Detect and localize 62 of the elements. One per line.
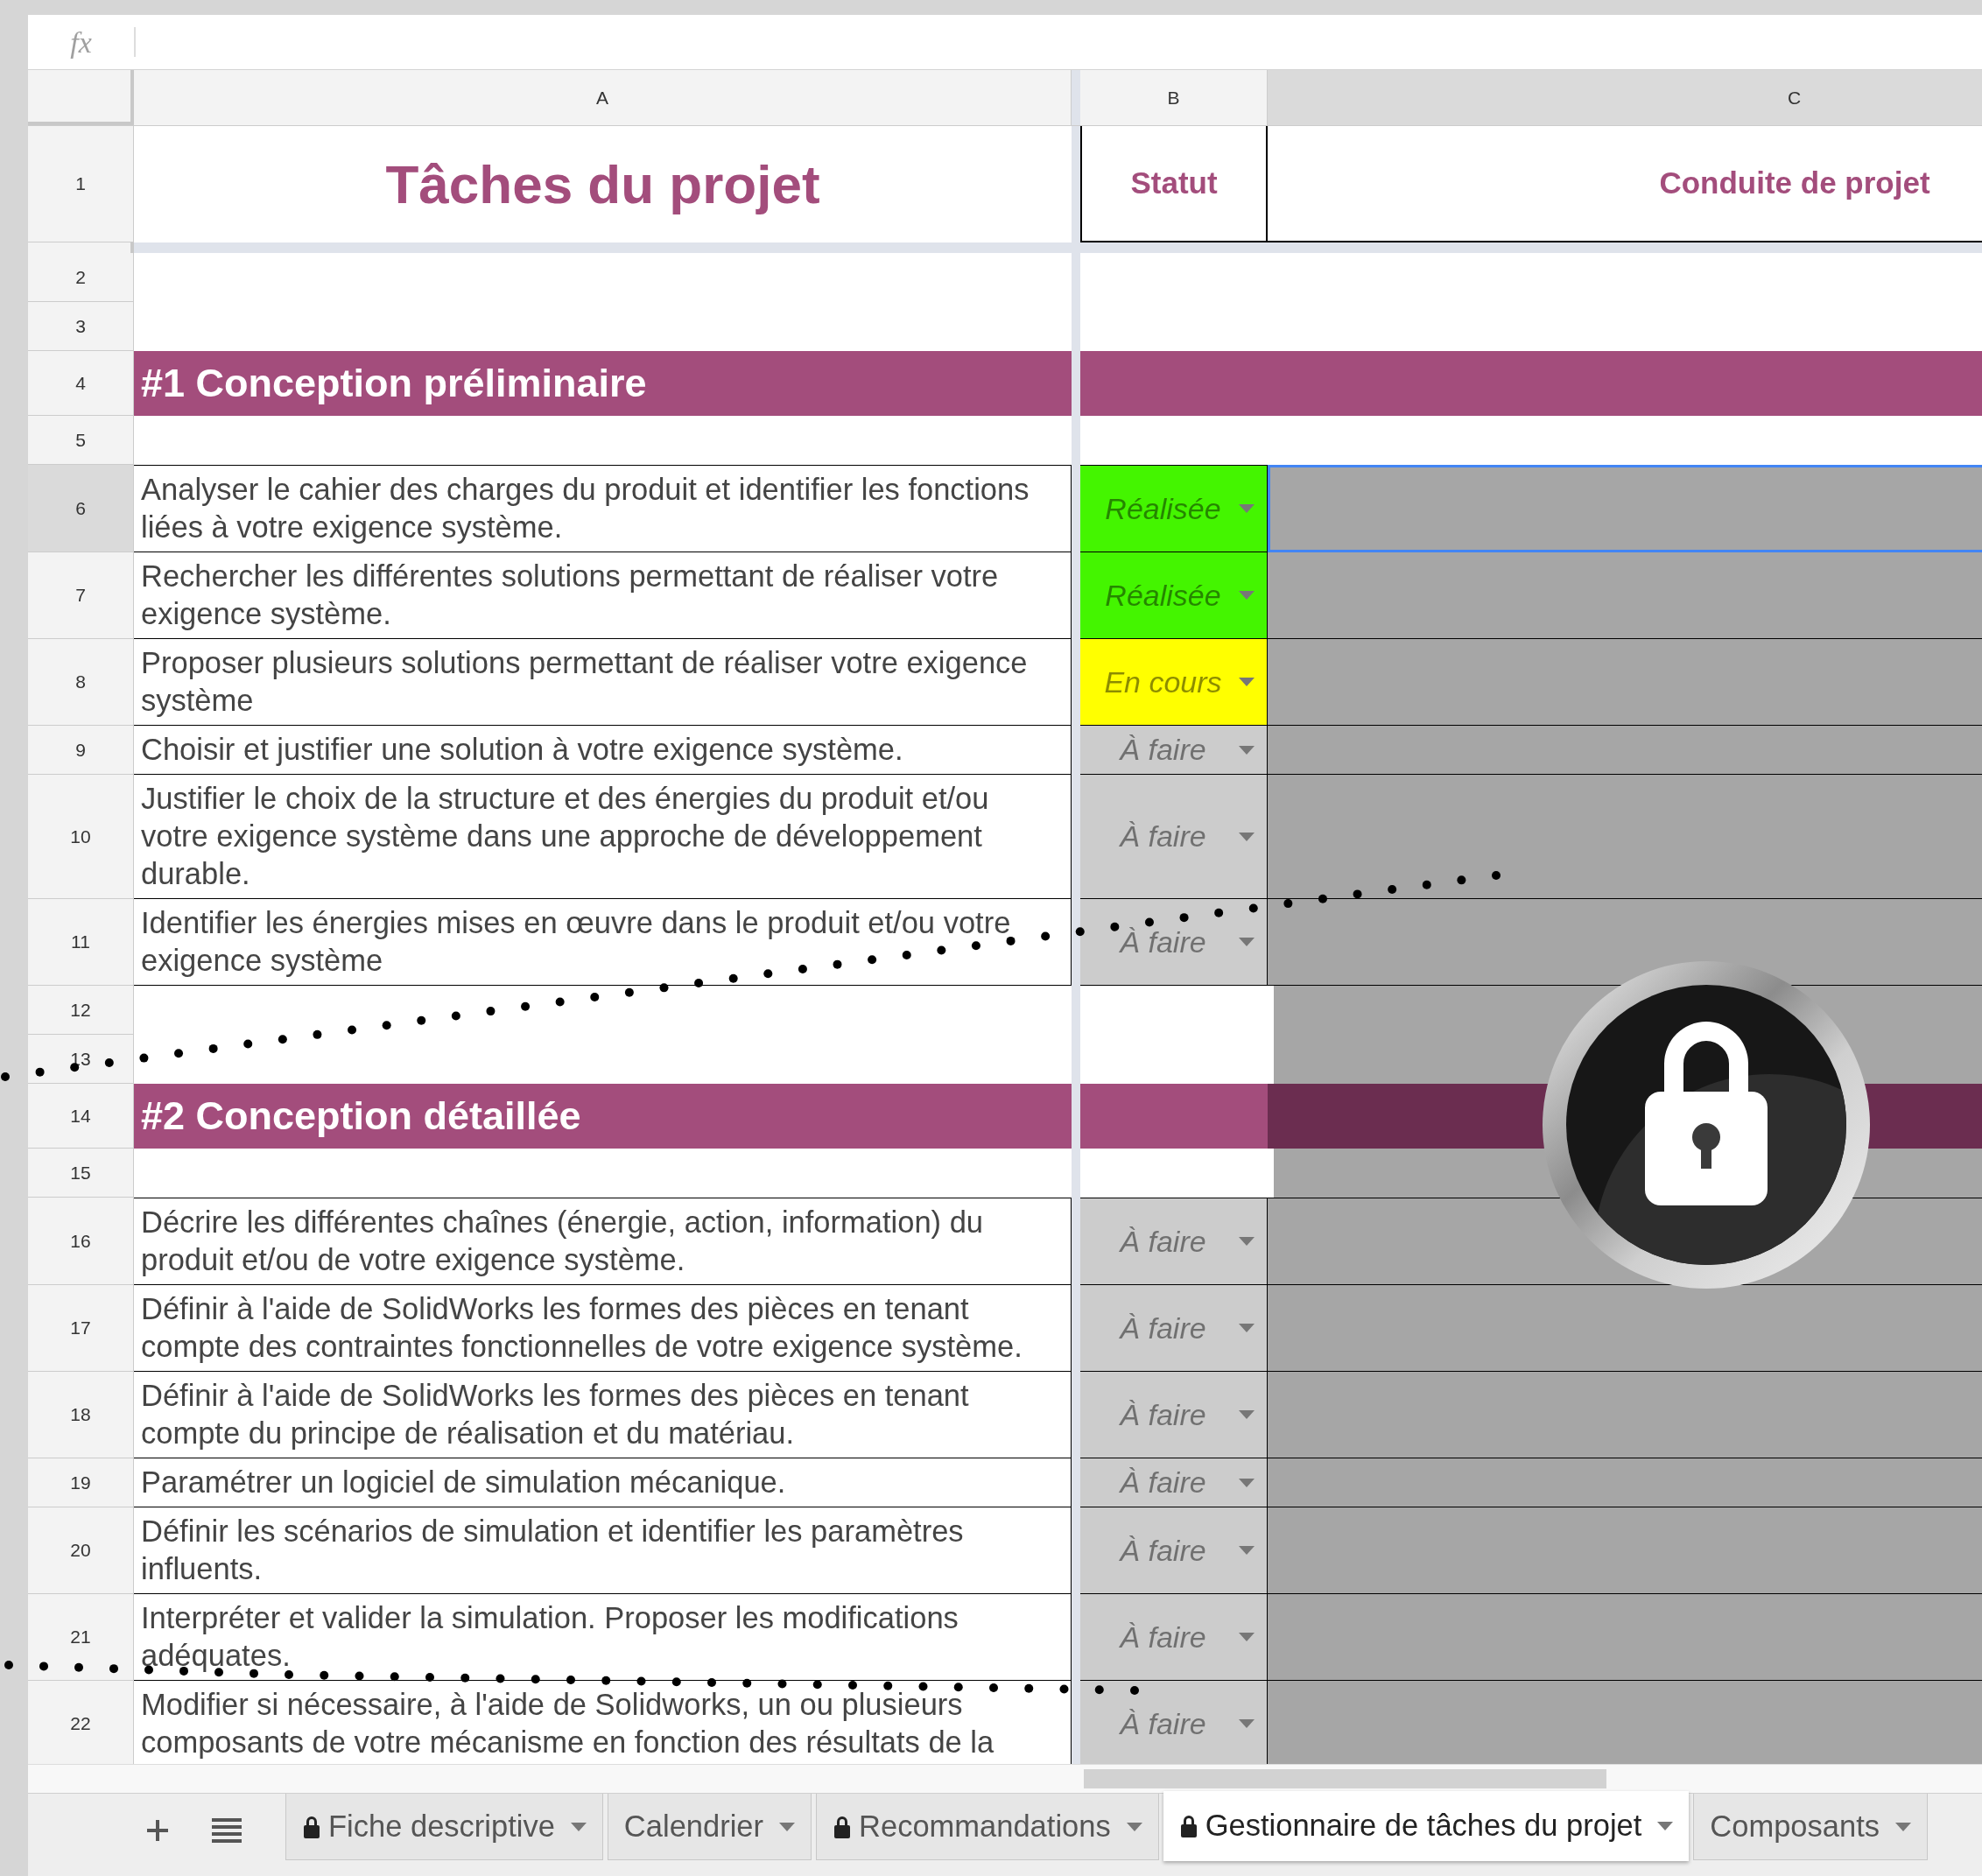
task-cell: Définir les scénarios de simulation et identifier les paramètres influents. xyxy=(134,1507,1072,1594)
row-number[interactable]: 6 xyxy=(28,465,134,552)
sheet-tab[interactable]: Composants xyxy=(1693,1794,1928,1860)
row-number[interactable]: 15 xyxy=(28,1149,134,1198)
section-heading: #2 Conception détaillée xyxy=(134,1084,1072,1149)
task-cell: Rechercher les différentes solutions permettant de réaliser votre exigence système. xyxy=(134,552,1072,639)
caret-icon xyxy=(1239,1633,1255,1641)
sheet-title: Tâches du projet xyxy=(384,153,821,216)
task-cell: Décrire les différentes chaînes (énergie, action, information) du produit et/ou de votre exigence système. xyxy=(134,1198,1072,1285)
row-number[interactable]: 19 xyxy=(28,1458,134,1507)
select-all-corner[interactable] xyxy=(28,70,134,125)
task-cell: Choisir et justifier une solution à votre exigence système. xyxy=(134,726,1072,775)
caret-icon xyxy=(779,1822,796,1831)
sheet-tab[interactable]: Calendrier xyxy=(607,1794,812,1860)
row-number[interactable]: 22 xyxy=(28,1681,134,1764)
caret-icon xyxy=(1239,504,1255,513)
caret-icon xyxy=(1239,745,1255,755)
row-number[interactable]: 12 xyxy=(28,986,134,1035)
sheet-tab[interactable]: Gestionnaire de tâches du projet xyxy=(1163,1791,1690,1861)
scrollbar-thumb[interactable] xyxy=(1084,1769,1606,1788)
row-number[interactable]: 20 xyxy=(28,1507,134,1594)
task-cell: Analyser le cahier des charges du produit et identifier les fonctions liées à votre exigence système. xyxy=(134,465,1072,552)
formula-label: fx xyxy=(69,25,93,60)
menu-icon[interactable] xyxy=(212,1818,242,1843)
caret-icon xyxy=(1239,591,1255,600)
caret-icon xyxy=(1239,678,1255,686)
caret-icon xyxy=(1239,1478,1255,1487)
caret-icon xyxy=(1239,832,1255,841)
sheet-tab[interactable]: Recommandations xyxy=(816,1794,1159,1860)
row-number[interactable]: 16 xyxy=(28,1198,134,1285)
row-number[interactable]: 14 xyxy=(28,1084,134,1149)
row-number[interactable]: 18 xyxy=(28,1372,134,1458)
caret-icon xyxy=(1239,938,1255,946)
caret-icon xyxy=(1126,1822,1142,1831)
caret-icon xyxy=(570,1822,587,1831)
row-number[interactable]: 11 xyxy=(28,899,134,986)
task-cell: Proposer plusieurs solutions permettant de réaliser votre exigence système xyxy=(134,639,1072,726)
row-number[interactable]: 4 xyxy=(28,351,134,416)
task-cell: Paramétrer un logiciel de simulation mécanique. xyxy=(134,1458,1072,1507)
row-number[interactable]: 3 xyxy=(28,302,134,351)
caret-icon xyxy=(1239,1237,1255,1246)
row-number[interactable]: 9 xyxy=(28,726,134,775)
lock-icon xyxy=(1542,960,1871,1289)
row-number[interactable]: 10 xyxy=(28,775,134,899)
caret-icon xyxy=(1239,1546,1255,1555)
caret-icon xyxy=(1239,1324,1255,1332)
caret-icon xyxy=(1239,1410,1255,1419)
caret-icon xyxy=(1657,1822,1674,1830)
row-number[interactable]: 1 xyxy=(28,126,134,242)
row-number[interactable]: 2 xyxy=(28,253,134,302)
row-number[interactable]: 8 xyxy=(28,639,134,726)
task-cell: Définir à l'aide de SolidWorks les formes des pièces en tenant compte du principe de réalisation et du matériau. xyxy=(134,1372,1072,1458)
caret-icon xyxy=(1895,1822,1911,1831)
caret-icon xyxy=(1239,1719,1255,1728)
column-header[interactable]: C xyxy=(1268,70,1982,125)
row-number[interactable]: 5 xyxy=(28,416,134,465)
row-number[interactable]: 7 xyxy=(28,552,134,639)
task-cell: Définir à l'aide de SolidWorks les formes des pièces en tenant compte des contraintes fonctionnelles de votre exigence système. xyxy=(134,1285,1072,1372)
row-number[interactable]: 21 xyxy=(28,1594,134,1681)
sheet-tab[interactable]: Fiche descriptive xyxy=(285,1794,603,1860)
row-number[interactable]: 17 xyxy=(28,1285,134,1372)
section-heading: #1 Conception préliminaire xyxy=(134,351,1072,416)
